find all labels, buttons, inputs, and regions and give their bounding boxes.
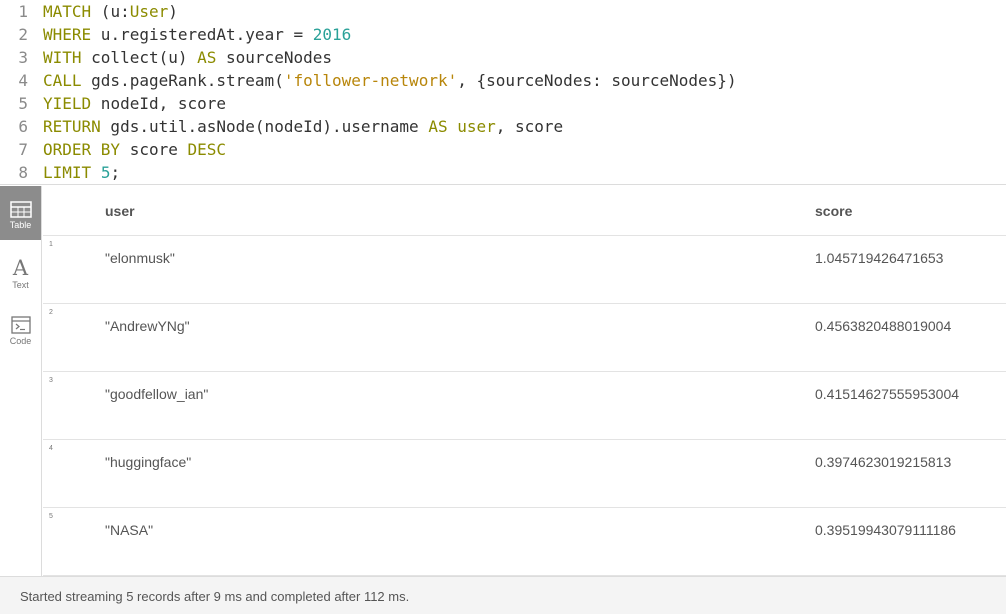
user-cell: "goodfellow_ian"	[105, 386, 209, 402]
code-token: (u:	[91, 2, 130, 21]
code-view-label: Code	[9, 336, 32, 346]
table-header: user score	[43, 186, 1006, 236]
code-token: AS	[428, 117, 448, 136]
code-token: gds.pageRank.stream(	[81, 71, 284, 90]
query-editor[interactable]: 1 MATCH (u:User) 2 WHERE u.registeredAt.yea…	[0, 0, 1006, 185]
code-line[interactable]: 4 CALL gds.pageRank.stream('follower-netw…	[0, 69, 1006, 92]
code-token: LIMIT	[43, 163, 92, 182]
code-token: RETURN	[43, 117, 101, 136]
results-table: user score 1 "elonmusk" 1.045719426471653 2…	[43, 186, 1006, 576]
table-row: 5 "NASA" 0.39519943079111186	[43, 508, 1006, 576]
score-cell: 0.39519943079111186	[815, 522, 956, 538]
code-text: WITH collect(u) AS sourceNodes	[43, 46, 332, 69]
code-text: CALL gds.pageRank.stream('follower-netwo…	[43, 69, 737, 92]
line-number: 3	[18, 48, 28, 67]
code-line[interactable]: 6 RETURN gds.util.asNode(nodeId).username…	[0, 115, 1006, 138]
row-number: 2	[49, 309, 53, 316]
code-token: CALL	[43, 71, 82, 90]
code-text: WHERE u.registeredAt.year = 2016	[43, 23, 351, 46]
user-cell: "AndrewYNg"	[105, 318, 190, 334]
code-token: , score	[495, 117, 564, 136]
code-token: u.registeredAt.year =	[91, 25, 313, 44]
code-line[interactable]: 2 WHERE u.registeredAt.year = 2016	[0, 23, 1006, 46]
code-token: WHERE	[43, 25, 92, 44]
code-line[interactable]: 1 MATCH (u:User)	[0, 0, 1006, 23]
line-number: 4	[18, 71, 28, 90]
line-number: 8	[18, 163, 28, 182]
text-icon: A	[12, 256, 29, 280]
view-switcher: Table A Text Code	[0, 186, 42, 576]
code-token: collect(u)	[81, 48, 198, 67]
table-view-button[interactable]: Table	[0, 186, 41, 240]
text-view-button[interactable]: A Text	[0, 244, 41, 298]
code-token: WITH	[43, 48, 82, 67]
table-row: 1 "elonmusk" 1.045719426471653	[43, 236, 1006, 304]
code-token: AS	[197, 48, 217, 67]
column-header-score[interactable]: score	[815, 203, 852, 219]
row-number: 5	[49, 513, 53, 520]
code-token: ;	[110, 163, 121, 182]
status-message: Started streaming 5 records after 9 ms a…	[20, 589, 410, 604]
code-token: , {sourceNodes: sourceNodes})	[457, 71, 737, 90]
row-number: 4	[49, 445, 53, 452]
code-token: DESC	[187, 140, 227, 159]
code-token: 2016	[312, 25, 352, 44]
table-row: 3 "goodfellow_ian" 0.41514627555953004	[43, 372, 1006, 440]
row-number: 3	[49, 377, 53, 384]
score-cell: 0.3974623019215813	[815, 454, 952, 470]
column-header-user[interactable]: user	[105, 203, 135, 219]
code-token: User	[129, 2, 169, 21]
code-text: LIMIT 5;	[43, 161, 120, 184]
code-token: ORDER BY	[43, 140, 121, 159]
code-token: nodeId, score	[91, 94, 227, 113]
code-text: RETURN gds.util.asNode(nodeId).username …	[43, 115, 563, 138]
code-token: score	[120, 140, 188, 159]
score-cell: 0.4563820488019004	[815, 318, 952, 334]
code-text: MATCH (u:User)	[43, 0, 178, 23]
line-number: 1	[18, 2, 28, 21]
line-number: 2	[18, 25, 28, 44]
status-bar: Started streaming 5 records after 9 ms a…	[0, 576, 1006, 614]
table-row: 4 "huggingface" 0.3974623019215813	[43, 440, 1006, 508]
code-line[interactable]: 7 ORDER BY score DESC	[0, 138, 1006, 161]
code-line[interactable]: 8 LIMIT 5;	[0, 161, 1006, 184]
code-token: user	[457, 117, 496, 136]
score-cell: 1.045719426471653	[815, 250, 944, 266]
code-view-button[interactable]: Code	[0, 302, 41, 356]
table-view-label: Table	[9, 220, 32, 230]
code-token: YIELD	[43, 94, 92, 113]
text-view-label: Text	[12, 280, 29, 290]
line-number: 7	[18, 140, 28, 159]
row-number: 1	[49, 241, 53, 248]
score-cell: 0.41514627555953004	[815, 386, 960, 402]
user-cell: "elonmusk"	[105, 250, 175, 266]
code-token: 5	[100, 163, 111, 182]
code-text: ORDER BY score DESC	[43, 138, 226, 161]
code-token: )	[168, 2, 178, 21]
line-number: 6	[18, 117, 28, 136]
code-token: sourceNodes	[216, 48, 332, 67]
code-token: 'follower-network'	[283, 71, 458, 90]
code-token: gds.util.asNode(nodeId).username	[100, 117, 429, 136]
terminal-icon	[10, 316, 31, 334]
code-text: YIELD nodeId, score	[43, 92, 226, 115]
code-line[interactable]: 3 WITH collect(u) AS sourceNodes	[0, 46, 1006, 69]
code-token: MATCH	[43, 2, 92, 21]
user-cell: "NASA"	[105, 522, 154, 538]
table-icon	[9, 201, 32, 218]
user-cell: "huggingface"	[105, 454, 192, 470]
table-row: 2 "AndrewYNg" 0.4563820488019004	[43, 304, 1006, 372]
code-line[interactable]: 5 YIELD nodeId, score	[0, 92, 1006, 115]
line-number: 5	[18, 94, 28, 113]
